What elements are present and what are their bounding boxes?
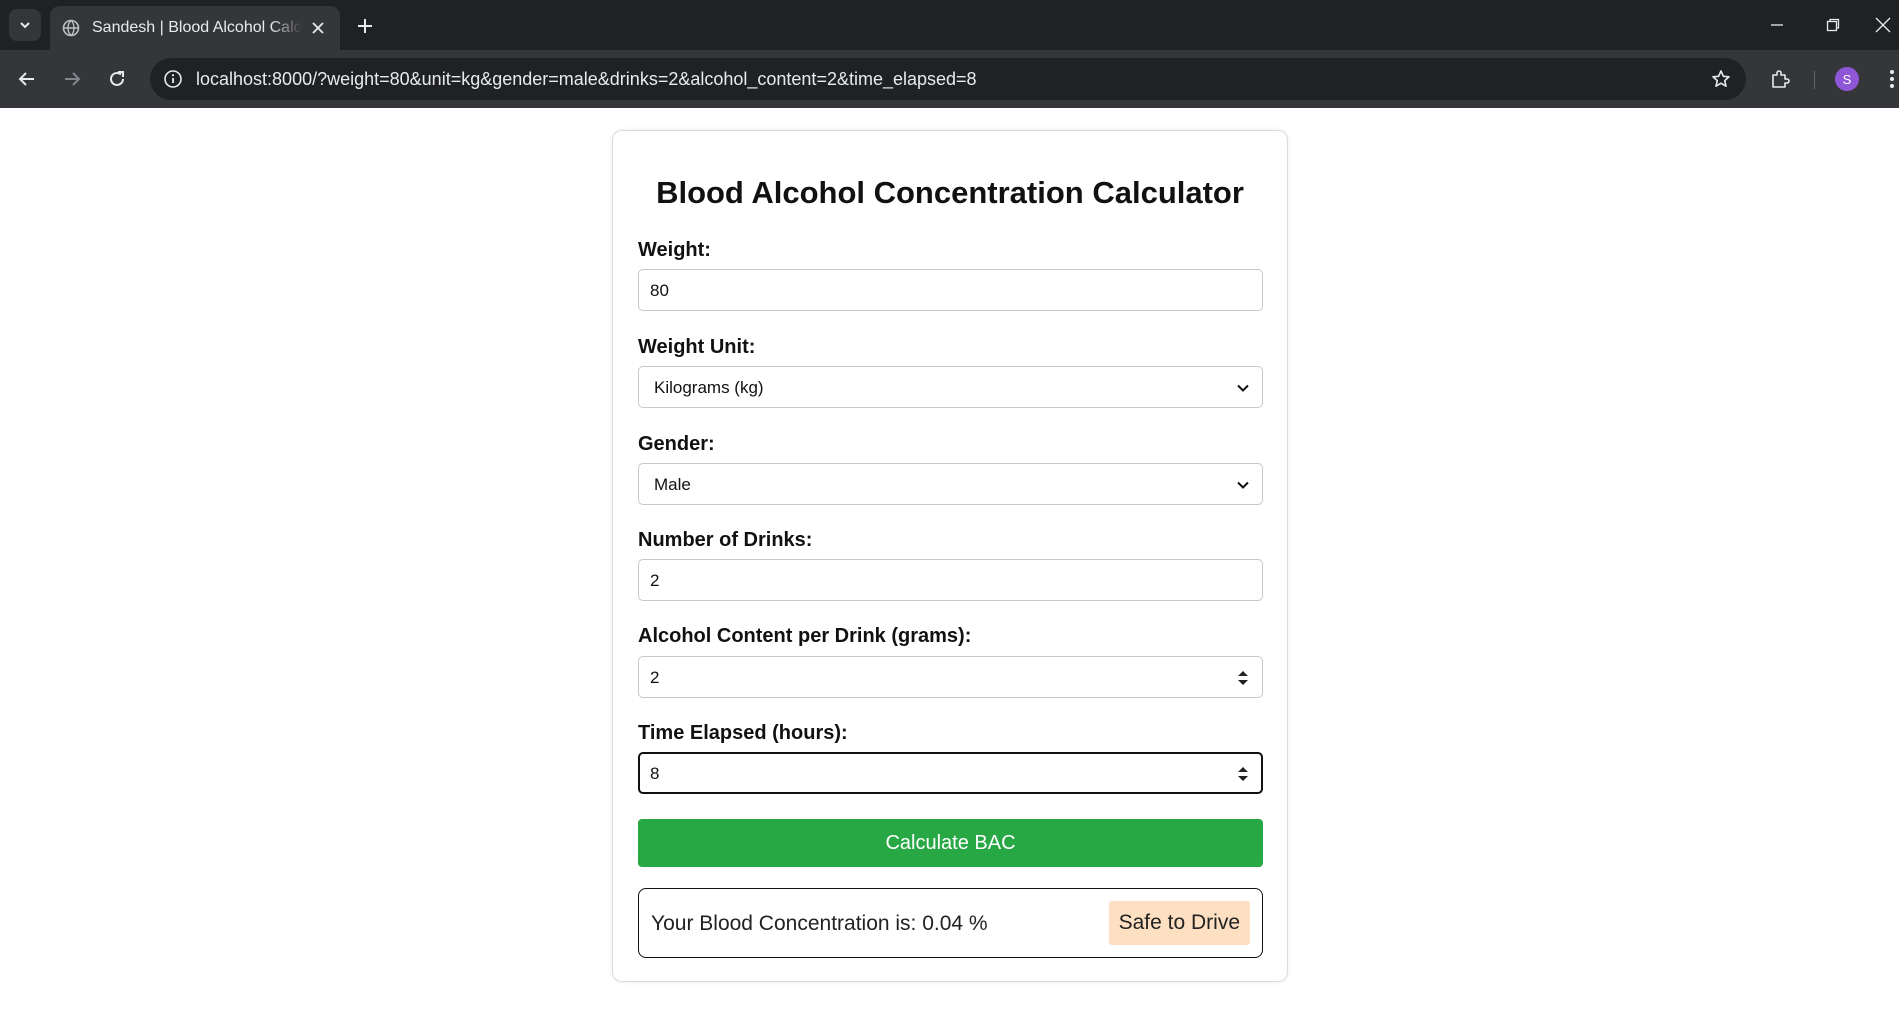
toolbar-divider [1814,71,1815,89]
kebab-menu-icon[interactable] [1876,63,1899,95]
back-icon[interactable] [11,63,43,95]
url-text: localhost:8000/?weight=80&unit=kg&gender… [196,69,977,89]
minimize-icon[interactable] [1762,10,1792,40]
extensions-icon[interactable] [1764,63,1796,95]
gender-selected: Male [654,475,691,494]
weight-label: Weight: [638,239,711,261]
weight-value: 80 [650,281,669,300]
plus-icon[interactable] [352,13,378,39]
status-badge: Safe to Drive [1108,901,1250,945]
globe-icon [62,19,80,37]
time-elapsed-label: Time Elapsed (hours): [638,722,848,744]
calculate-bac-button[interactable]: Calculate BAC [638,819,1263,867]
calculator-card: Blood Alcohol Concentration Calculator W… [612,130,1288,982]
spinner-icon[interactable] [1236,669,1250,687]
page-title: Blood Alcohol Concentration Calculator [656,175,1244,210]
browser-toolbar: localhost:8000/?weight=80&unit=kg&gender… [0,50,1899,108]
browser-tab[interactable]: Sandesh | Blood Alcohol Calculator [50,6,340,50]
time-elapsed-input[interactable]: 8 [638,752,1263,794]
info-icon[interactable] [162,68,184,90]
weight-unit-select[interactable]: Kilograms (kg) [638,366,1263,408]
alcohol-content-input[interactable]: 2 [638,656,1263,698]
chevron-down-icon [20,22,30,29]
star-icon[interactable] [1710,68,1732,90]
result-box: Your Blood Concentration is: 0.04 % Safe… [638,888,1263,958]
forward-icon[interactable] [56,63,88,95]
drinks-input[interactable]: 2 [638,559,1263,601]
time-elapsed-value: 8 [650,764,660,783]
spinner-icon[interactable] [1236,765,1250,783]
address-bar[interactable]: localhost:8000/?weight=80&unit=kg&gender… [150,58,1746,100]
tab-strip: Sandesh | Blood Alcohol Calculator [0,0,1899,50]
restore-icon[interactable] [1818,10,1848,40]
alcohol-content-label: Alcohol Content per Drink (grams): [638,625,972,647]
chevron-down-icon [1237,481,1249,489]
gender-label: Gender: [638,433,715,455]
result-text: Your Blood Concentration is: 0.04 % [651,912,988,935]
alcohol-content-value: 2 [650,668,660,687]
avatar[interactable]: S [1835,67,1859,91]
drinks-label: Number of Drinks: [638,529,813,551]
gender-select[interactable]: Male [638,463,1263,505]
close-window-icon[interactable] [1868,10,1898,40]
reload-icon[interactable] [101,63,133,95]
chevron-down-icon [1237,384,1249,392]
weight-input[interactable]: 80 [638,269,1263,311]
tab-title: Sandesh | Blood Alcohol Calculator [92,19,302,36]
weight-unit-label: Weight Unit: [638,336,756,358]
close-icon[interactable] [308,18,328,38]
drinks-value: 2 [650,571,660,590]
tab-search-button[interactable] [9,9,41,41]
weight-unit-selected: Kilograms (kg) [654,378,764,397]
